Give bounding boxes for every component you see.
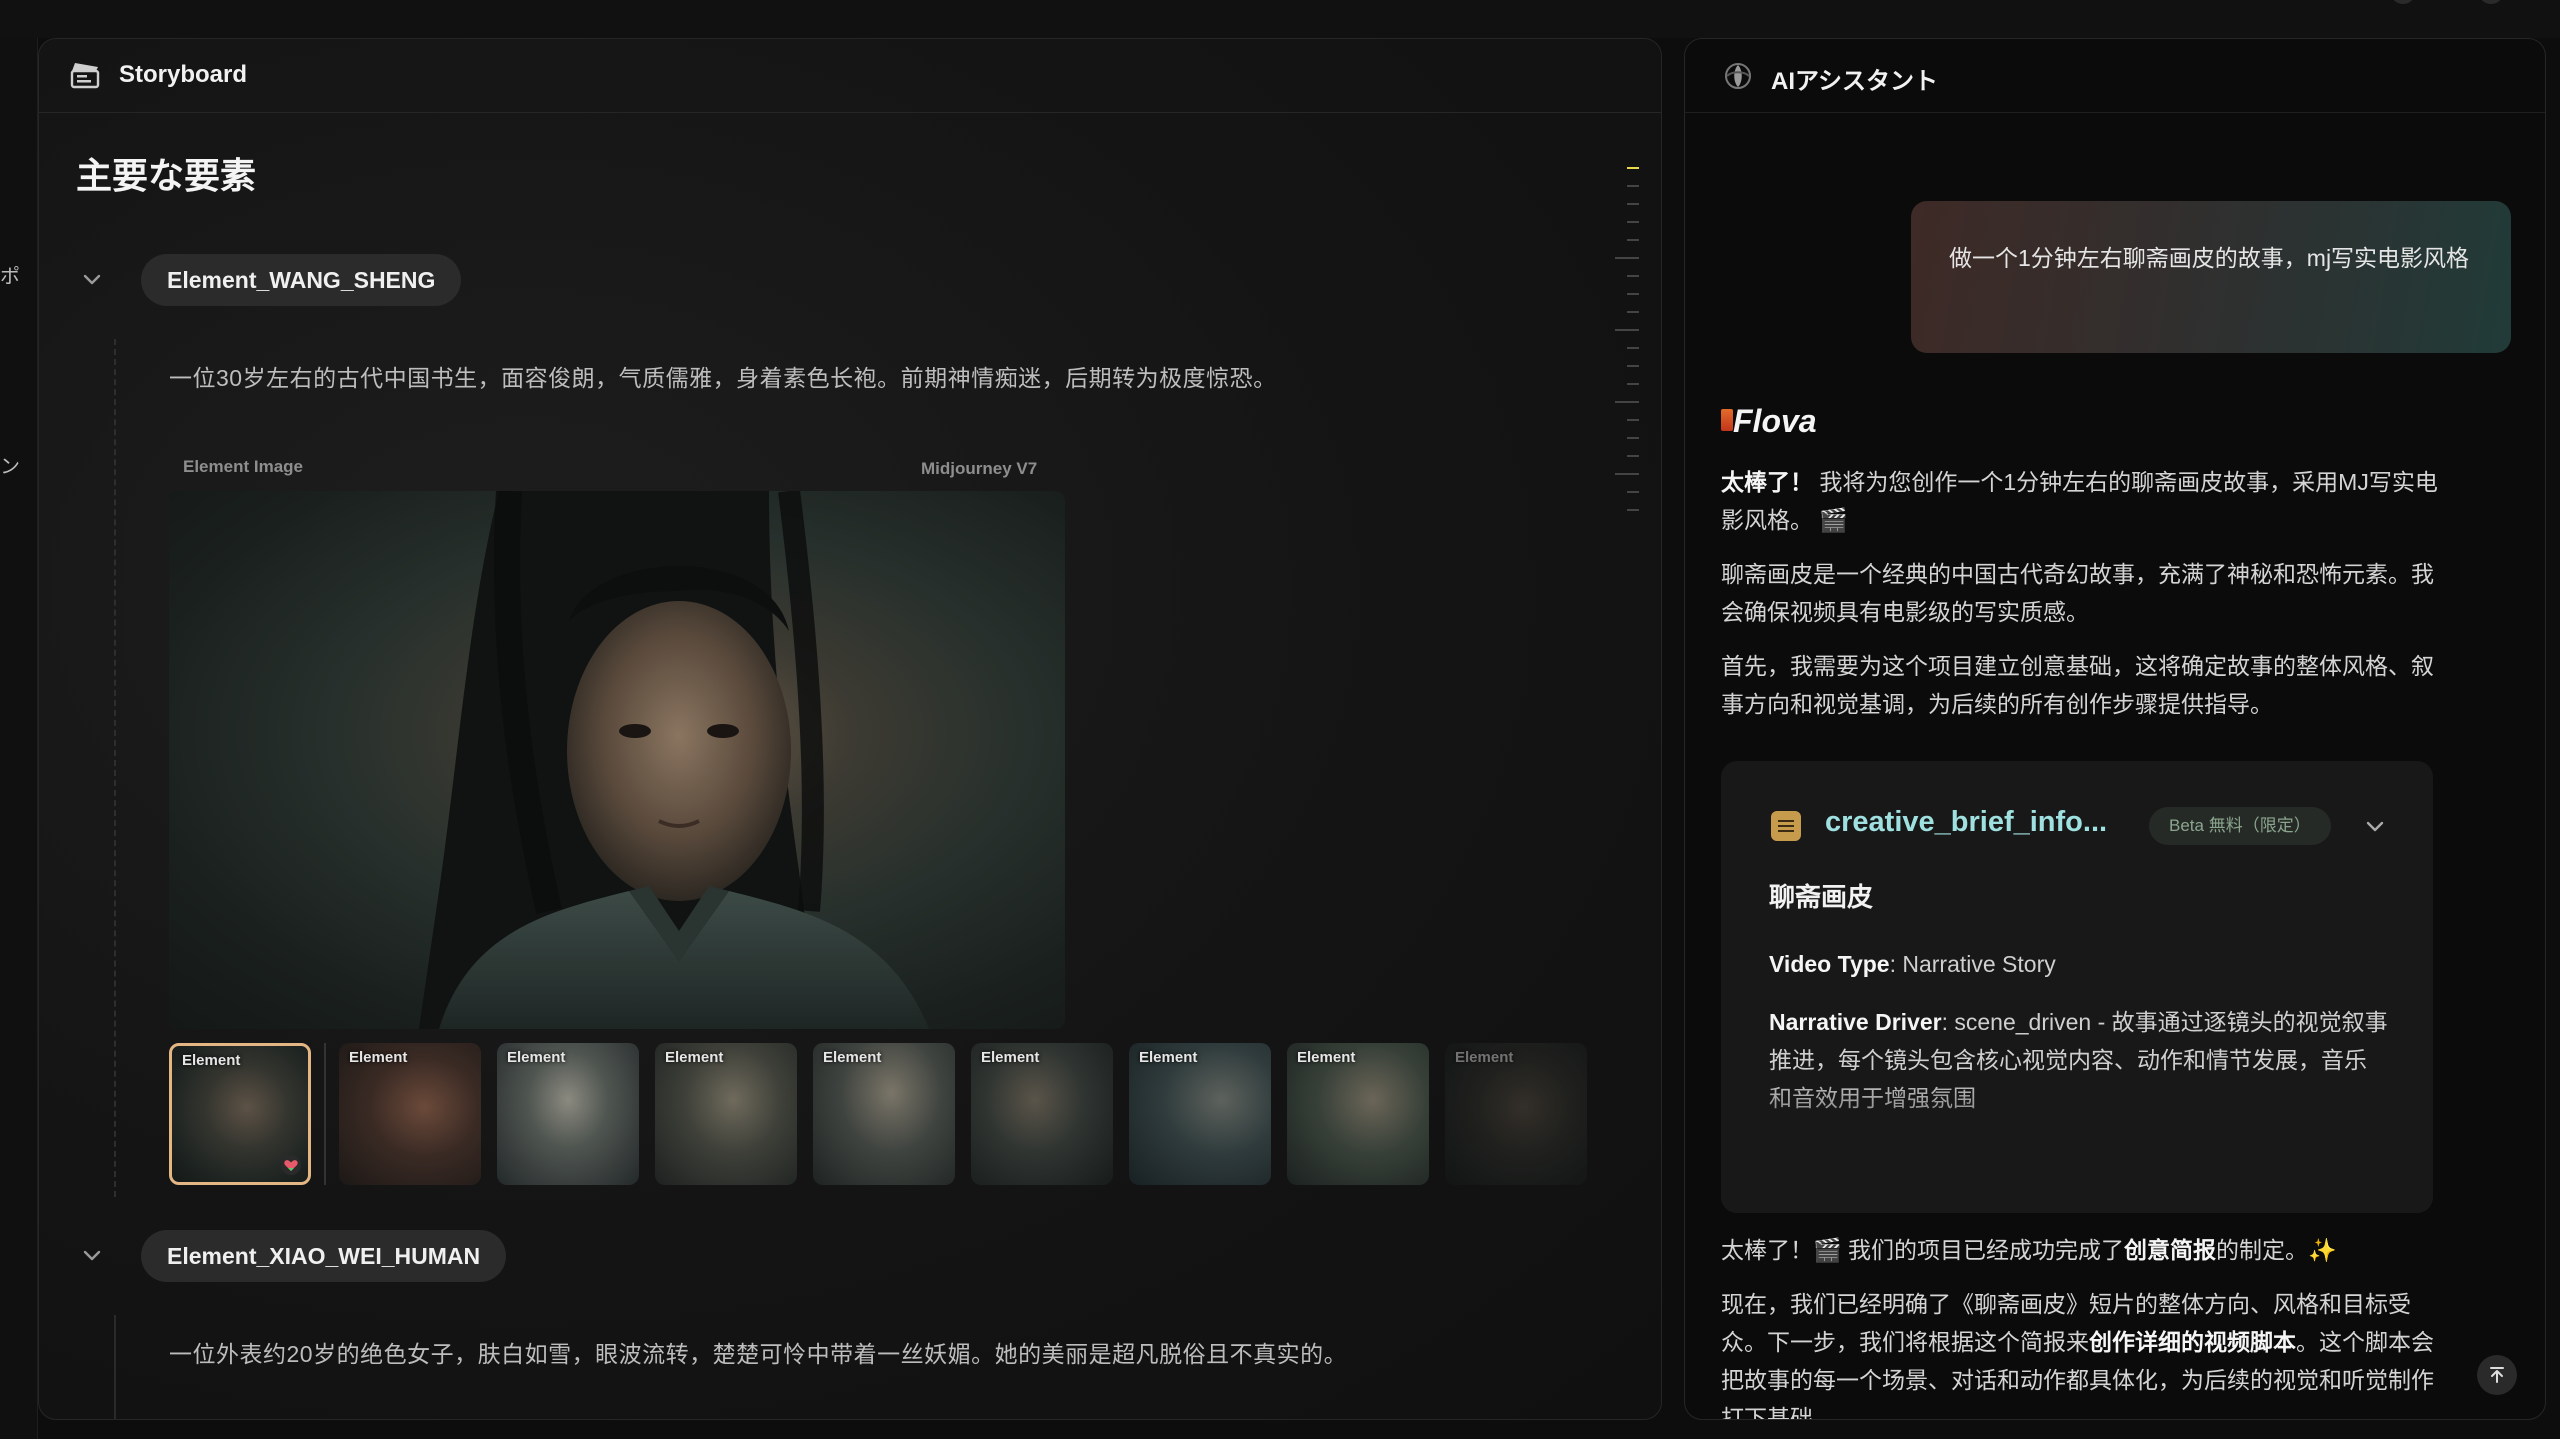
thumbnail-strip: Element Element Element Element Element (169, 1039, 1619, 1189)
minimap-tick[interactable] (1615, 257, 1639, 259)
thumbnail-label: Element (507, 1049, 566, 1066)
flova-logo-mark (1721, 409, 1733, 431)
model-label: Midjourney V7 (921, 459, 1038, 478)
assistant-logo-icon (1725, 63, 1751, 89)
minimap-tick[interactable] (1627, 491, 1639, 493)
top-bar (0, 0, 2560, 38)
thumbnail-label: Element (1297, 1049, 1356, 1066)
thumbnail-selected[interactable]: Element (169, 1043, 311, 1185)
thumbnail[interactable]: Element (971, 1043, 1113, 1185)
chevron-down-icon[interactable] (79, 1243, 105, 1269)
minimap-tick[interactable] (1627, 311, 1639, 313)
minimap-tick[interactable] (1627, 509, 1639, 511)
minimap-tick[interactable] (1627, 275, 1639, 277)
thumbnail[interactable]: Element (655, 1043, 797, 1185)
card-fade-overlay (1721, 1073, 2433, 1213)
ai-assistant-panel: AIアシスタント 做一个1分钟左右聊斋画皮的故事，mj写实电影风格 Flova … (1684, 38, 2546, 1420)
minimap-tick[interactable] (1627, 221, 1639, 223)
portrait-image (419, 491, 929, 1029)
assistant-message: 首先，我需要为这个项目建立创意基础，这将确定故事的整体风格、叙事方向和视觉基调，… (1721, 653, 2434, 717)
flova-logo-text: Flova (1733, 403, 1817, 439)
tool-name: creative_brief_info... (1825, 806, 2108, 838)
element-name-chip[interactable]: Element_XIAO_WEI_HUMAN (141, 1230, 507, 1282)
favorite-heart-icon[interactable] (280, 1154, 302, 1176)
storyboard-title: Storyboard (119, 61, 248, 88)
minimap-tick[interactable] (1627, 185, 1639, 187)
storyboard-header: Storyboard (39, 39, 1661, 113)
element-image-label: Element Image (183, 457, 303, 476)
minimap-tick[interactable] (1627, 437, 1639, 439)
assistant-message: 聊斋画皮是一个经典的中国古代奇幻故事，充满了神秘和恐怖元素。我会确保视频具有电影… (1721, 561, 2434, 625)
thumbnail[interactable]: Element (339, 1043, 481, 1185)
minimap-tick[interactable] (1627, 239, 1639, 241)
scroll-to-top-button[interactable] (2477, 1355, 2517, 1395)
ai-assistant-header: AIアシスタント (1685, 39, 2545, 113)
thumbnail[interactable]: Element (1287, 1043, 1429, 1185)
top-bar-button[interactable] (2480, 0, 2502, 4)
minimap-tick[interactable] (1615, 401, 1639, 403)
tool-result-card[interactable]: creative_brief_info... Beta 無料（限定） 聊斋画皮 … (1721, 761, 2433, 1213)
thumbnail[interactable]: Element (1129, 1043, 1271, 1185)
tree-connector (114, 1315, 116, 1419)
chevron-down-icon[interactable] (2363, 815, 2387, 839)
clapperboard-icon (70, 63, 100, 89)
minimap-tick[interactable] (1627, 455, 1639, 457)
message-emphasis: 创作详细的视频脚本 (2089, 1329, 2296, 1355)
minimap-tick-active[interactable] (1627, 167, 1639, 169)
minimap-tick[interactable] (1615, 473, 1639, 475)
app-root: ポ ン Storyboard 主要な要素 Element_WANG_SHENG … (0, 0, 2560, 1439)
left-rail-label[interactable]: ン (0, 450, 20, 479)
minimap-tick[interactable] (1627, 365, 1639, 367)
user-message-bubble: 做一个1分钟左右聊斋画皮的故事，mj写实电影风格 (1911, 201, 2511, 353)
message-text: 的制定。✨ (2216, 1237, 2337, 1263)
minimap-tick[interactable] (1627, 203, 1639, 205)
minimap-tick[interactable] (1627, 419, 1639, 421)
video-type-label: Video Type (1769, 951, 1890, 977)
clapper-emoji: 🎬 (1819, 507, 1849, 533)
left-rail: ポ ン (0, 38, 38, 1439)
left-rail-label[interactable]: ポ (0, 260, 20, 289)
ai-assistant-title: AIアシスタント (1771, 68, 1939, 95)
thumbnail-label: Element (1139, 1049, 1198, 1066)
thumbnail-divider (324, 1043, 326, 1185)
video-type-row: Video Type: Narrative Story (1769, 945, 2389, 983)
scroll-minimap[interactable] (1609, 167, 1639, 527)
thumbnail-label: Element (182, 1052, 241, 1069)
beta-badge: Beta 無料（限定） (2149, 807, 2331, 845)
brief-heading: 聊斋画皮 (1769, 882, 1874, 912)
chevron-down-icon[interactable] (79, 267, 105, 293)
video-type-value: : Narrative Story (1889, 951, 2056, 977)
thumbnail-label: Element (349, 1049, 408, 1066)
arrow-up-to-line-icon (2490, 1367, 2504, 1383)
narrative-driver-label: Narrative Driver (1769, 1009, 1942, 1035)
assistant-message: 太棒了！ 我将为您创作一个1分钟左右的聊斋画皮故事，采用MJ写实电影风格。 🎬 (1721, 463, 2441, 539)
minimap-tick[interactable] (1627, 383, 1639, 385)
message-text: 太棒了！🎬 我们的项目已经成功完成了 (1721, 1237, 2125, 1263)
document-icon (1771, 811, 1801, 841)
top-bar-button[interactable] (2392, 0, 2414, 4)
element-name-chip[interactable]: Element_WANG_SHENG (141, 254, 462, 306)
thumbnail[interactable]: Element (1445, 1043, 1587, 1185)
section-title: 主要な要素 (76, 155, 257, 196)
thumbnail-label: Element (1455, 1049, 1514, 1066)
element-description: 一位外表约20岁的绝色女子，肤白如雪，眼波流转，楚楚可怜中带着一丝妖媚。她的美丽… (169, 1341, 1348, 1367)
thumbnail-label: Element (981, 1049, 1040, 1066)
storyboard-panel: Storyboard 主要な要素 Element_WANG_SHENG 一位30… (38, 38, 1662, 1420)
minimap-tick[interactable] (1627, 347, 1639, 349)
assistant-message: 现在，我们已经明确了《聊斋画皮》短片的整体方向、风格和目标受众。下一步，我们将根… (1721, 1285, 2441, 1419)
thumbnail-label: Element (823, 1049, 882, 1066)
thumbnail[interactable]: Element (497, 1043, 639, 1185)
thumbnail-label: Element (665, 1049, 724, 1066)
element-description: 一位30岁左右的古代中国书生，面容俊朗，气质儒雅，身着素色长袍。前期神情痴迷，后… (169, 365, 1277, 391)
minimap-tick[interactable] (1615, 329, 1639, 331)
thumbnail[interactable]: Element (813, 1043, 955, 1185)
minimap-tick[interactable] (1627, 293, 1639, 295)
element-main-image[interactable] (169, 491, 1065, 1029)
assistant-message: 太棒了！🎬 我们的项目已经成功完成了创意简报的制定。✨ (1721, 1231, 2441, 1269)
tree-connector (114, 339, 116, 1197)
message-emphasis: 太棒了！ (1721, 469, 1813, 495)
message-emphasis: 创意简报 (2124, 1237, 2217, 1263)
